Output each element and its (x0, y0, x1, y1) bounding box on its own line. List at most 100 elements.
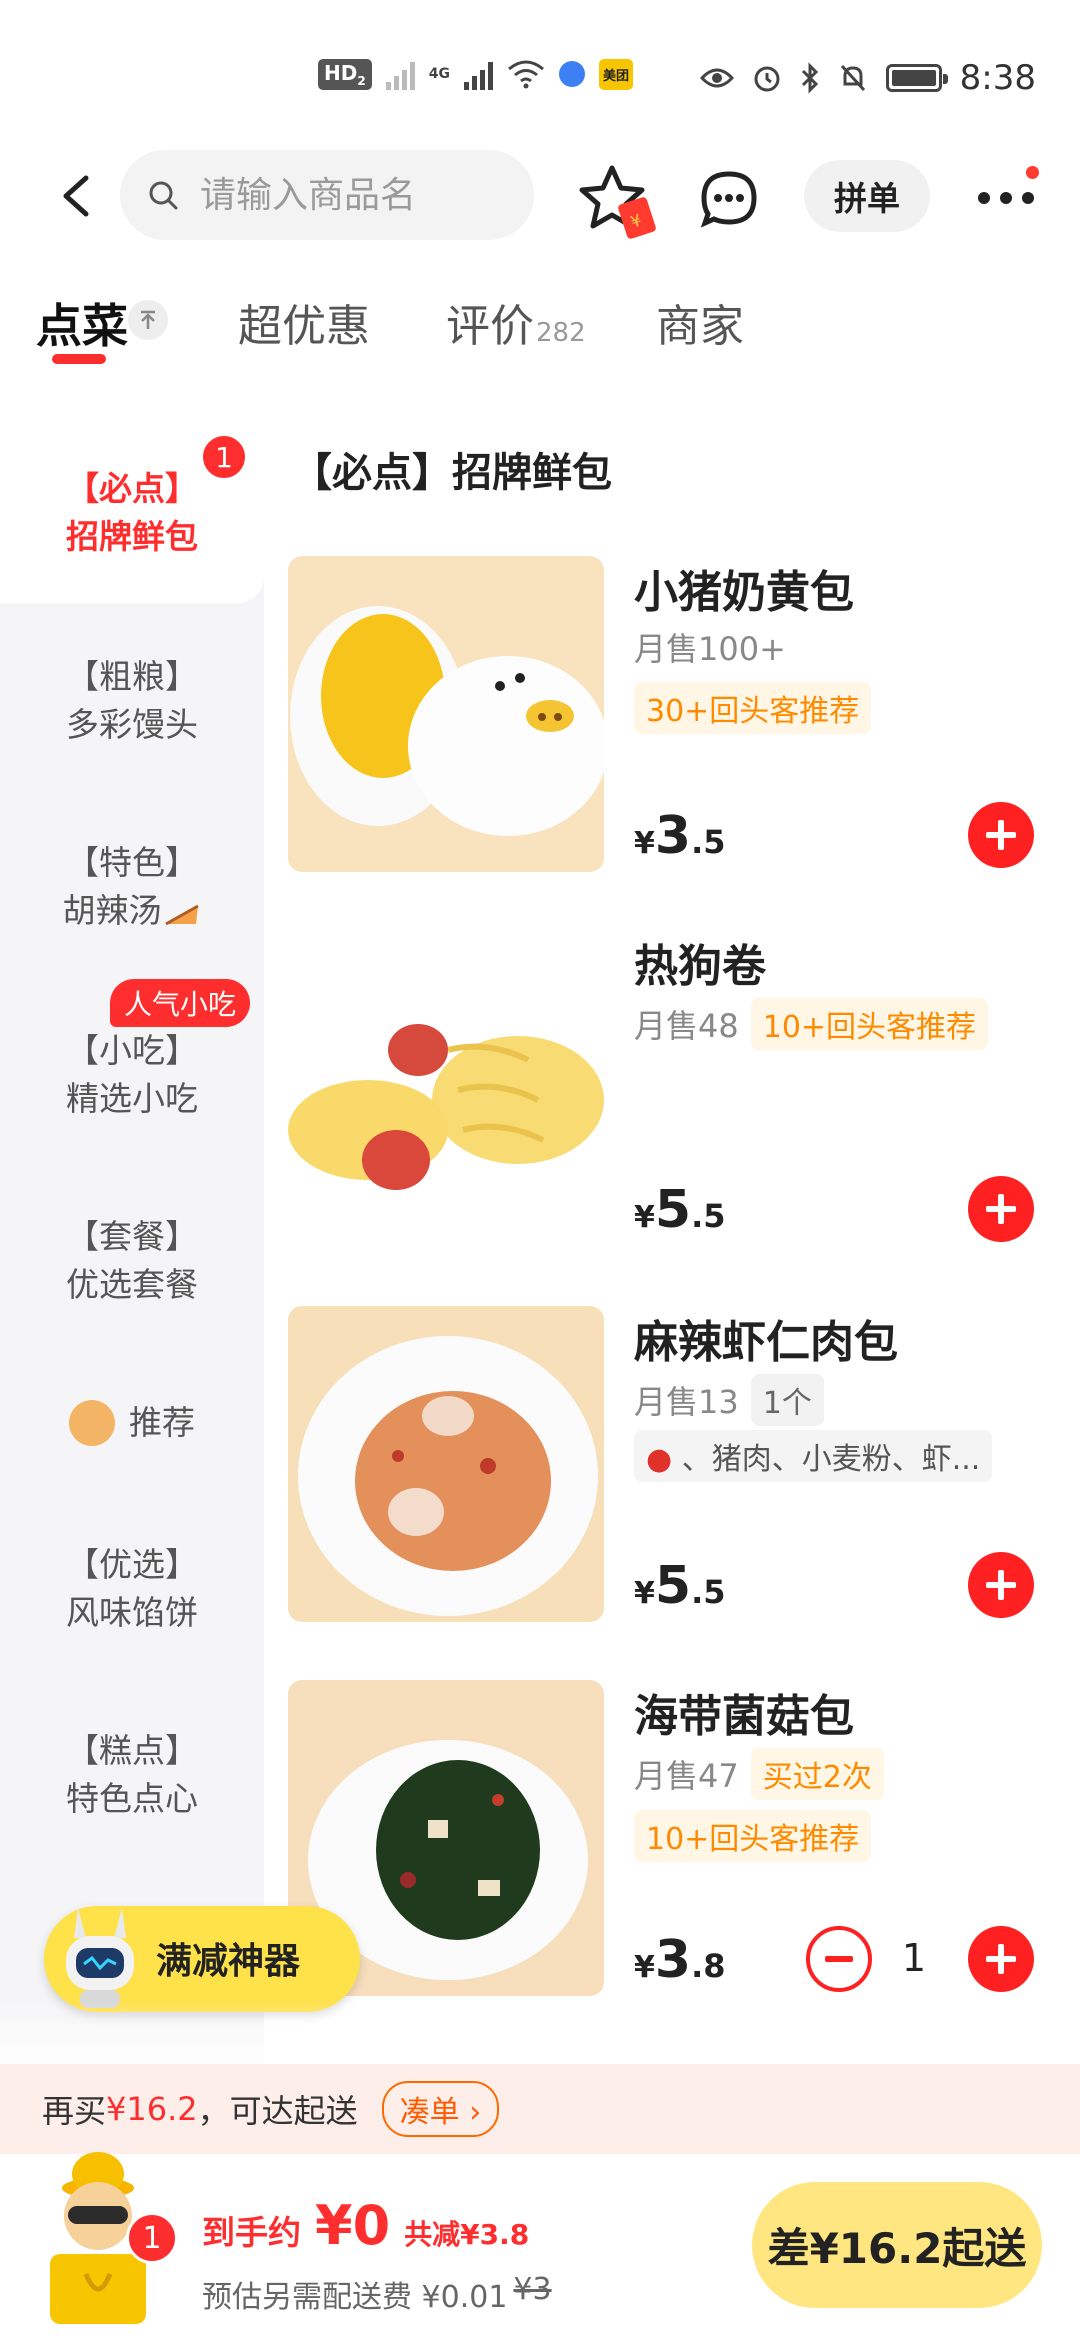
remove-from-cart-button[interactable] (806, 1926, 872, 1992)
sidebar-item-label: 【特色】 (66, 843, 198, 882)
signal-2-icon (463, 58, 493, 90)
delivery-fee-label: 预估另需配送费 ¥0.01 (202, 2280, 508, 2315)
sidebar-item-label: 特色点心 (66, 1779, 198, 1818)
repeat-customer-tag: 10+回头客推荐 (634, 1810, 872, 1862)
dish-item[interactable]: 海带菌菇包 月售47 买过2次 10+回头客推荐 ¥3.8 1 (288, 1680, 1068, 2010)
min-order-prefix: 再买 (42, 2092, 107, 2130)
min-order-banner: 再买 ¥16.2 ，可达起送 凑单 › (0, 2064, 1080, 2154)
add-to-cart-button[interactable] (968, 802, 1034, 868)
discount-helper-button[interactable]: 满减神器 (44, 1906, 360, 2012)
bought-before-tag: 买过2次 (750, 1748, 884, 1800)
add-to-cart-button[interactable] (968, 1552, 1034, 1618)
sidebar-item-label: 胡辣汤 (62, 891, 162, 930)
sidebar-item-recommended[interactable]: 推荐 (0, 1399, 264, 1447)
min-order-amount: ¥16.2 (106, 2090, 198, 2128)
dish-name[interactable]: 小猪奶黄包 (634, 556, 854, 620)
quantity-value: 1 (901, 1936, 927, 1980)
sales-label: 月售13 (634, 1383, 739, 1421)
category-sidebar: 【必点】 招牌鲜包 1 【粗粮】 多彩馒头 【特色】 胡辣汤 人气小吃 【小吃】… (0, 395, 264, 2065)
dish-name[interactable]: 海带菌菇包 (634, 1680, 854, 1744)
chevron-right-icon: › (469, 2095, 482, 2130)
chili-icon: ● (646, 1442, 673, 1477)
dish-image[interactable] (288, 930, 604, 1246)
repeat-customer-tag: 30+回头客推荐 (634, 682, 872, 734)
sales-label: 月售47 (634, 1757, 739, 1795)
min-order-suffix: ，可达起送 (197, 2092, 358, 2130)
sales-label: 月售100+ (634, 630, 786, 668)
promo-label: 满减神器 (156, 1941, 301, 1982)
status-bar: HD2 4G 美团 8:38 (0, 0, 1080, 150)
robot-mascot-icon (66, 1908, 134, 2008)
pie-slice-icon (164, 904, 199, 925)
message-icon[interactable] (700, 170, 758, 228)
favorite-star-icon[interactable]: ¥ (578, 160, 662, 244)
alarm-icon (754, 66, 780, 92)
search-bar[interactable] (120, 150, 534, 240)
sidebar-item-label: 推荐 (129, 1403, 195, 1442)
search-input[interactable] (200, 174, 520, 216)
top-nav: ¥ 拼单 (0, 150, 1080, 260)
group-order-button[interactable]: 拼单 (804, 160, 930, 232)
dish-image[interactable] (288, 556, 604, 872)
signal-1-icon (385, 58, 415, 90)
battery-icon (885, 64, 948, 92)
cart-total: 到手约 ¥0 共减¥3.8 (202, 2194, 529, 2257)
wifi-icon (507, 60, 544, 89)
portion-tag: 1个 (750, 1374, 824, 1426)
meituan-app-icon: 美团 (598, 58, 633, 90)
popular-snack-tag: 人气小吃 (110, 979, 251, 1027)
sales-label: 月售48 (634, 1007, 739, 1045)
sidebar-item-pastries[interactable]: 【糕点】 特色点心 (0, 1727, 264, 1823)
delivery-fee: 预估另需配送费 ¥0.01 ¥3 (202, 2272, 552, 2316)
add-more-button[interactable]: 凑单 › (381, 2081, 500, 2137)
tab-order[interactable]: 点菜 (36, 290, 128, 356)
tab-deals[interactable]: 超优惠 (238, 290, 370, 354)
dish-price: ¥3.5 (634, 806, 726, 866)
sidebar-item-label: 【粗粮】 (66, 657, 198, 696)
dish-price: ¥5.5 (634, 1556, 726, 1616)
sidebar-item-label: 优选套餐 (66, 1265, 198, 1304)
sidebar-item-spicy-soup[interactable]: 【特色】 胡辣汤 (0, 839, 264, 935)
browser-app-icon (558, 61, 585, 87)
add-more-label: 凑单 (399, 2095, 460, 2130)
scroll-fade (0, 2000, 1080, 2064)
dish-item[interactable]: 麻辣虾仁肉包 月售13 1个 ● 、猪肉、小麦粉、虾... ¥5.5 (288, 1306, 1068, 1636)
dish-item[interactable]: 小猪奶黄包 月售100+ 30+回头客推荐 ¥3.5 (288, 556, 1068, 886)
dish-item[interactable]: 热狗卷 月售48 10+回头客推荐 ¥5.5 (288, 930, 1068, 1260)
status-left-icons: HD2 4G 美团 (318, 58, 633, 90)
checkout-button[interactable]: 差¥16.2起送 (752, 2182, 1042, 2308)
total-label: 到手约 (202, 2213, 301, 2252)
status-right-icons: 8:38 (699, 58, 1036, 98)
sidebar-item-label: 多彩馒头 (66, 705, 198, 744)
tab-bar: 点菜 超优惠 评价282 商家 (0, 280, 1080, 390)
ingredients-label: 、猪肉、小麦粉、虾... (681, 1442, 981, 1477)
sidebar-item-grain-buns[interactable]: 【粗粮】 多彩馒头 (0, 653, 264, 749)
sidebar-item-pies[interactable]: 【优选】 风味馅饼 (0, 1541, 264, 1637)
clock: 8:38 (959, 58, 1036, 98)
eye-icon (699, 68, 734, 88)
sidebar-item-label: 【小吃】 (66, 1031, 198, 1070)
dish-image[interactable] (288, 1306, 604, 1622)
hd-voice-icon: HD2 (318, 58, 372, 90)
sidebar-item-label: 【优选】 (66, 1545, 198, 1584)
more-icon[interactable] (976, 188, 1036, 208)
tab-reviews[interactable]: 评价282 (446, 290, 586, 354)
dish-name[interactable]: 麻辣虾仁肉包 (634, 1306, 898, 1370)
dish-tags: 30+回头客推荐 (634, 682, 872, 734)
back-arrow-icon[interactable] (56, 174, 100, 218)
bluetooth-icon (801, 62, 818, 94)
discount-label: 共减¥3.8 (404, 2218, 530, 2251)
dish-name[interactable]: 热狗卷 (634, 930, 766, 994)
add-to-cart-button[interactable] (968, 1176, 1034, 1242)
collapse-up-icon[interactable] (128, 300, 168, 340)
cart-bar: 1 到手约 ¥0 共减¥3.8 预估另需配送费 ¥0.01 ¥3 差¥16.2起… (0, 2152, 1080, 2340)
review-count: 282 (536, 318, 586, 348)
repeat-customer-tag: 10+回头客推荐 (750, 998, 989, 1050)
sidebar-item-snacks[interactable]: 【小吃】 精选小吃 (0, 1027, 264, 1123)
dish-price: ¥5.5 (634, 1180, 726, 1240)
tab-merchant[interactable]: 商家 (656, 290, 744, 354)
dish-sales: 月售100+ (634, 624, 786, 670)
sidebar-item-combos[interactable]: 【套餐】 优选套餐 (0, 1213, 264, 1309)
dish-sales: 月售48 10+回头客推荐 (634, 998, 989, 1050)
add-to-cart-button[interactable] (968, 1926, 1034, 1992)
